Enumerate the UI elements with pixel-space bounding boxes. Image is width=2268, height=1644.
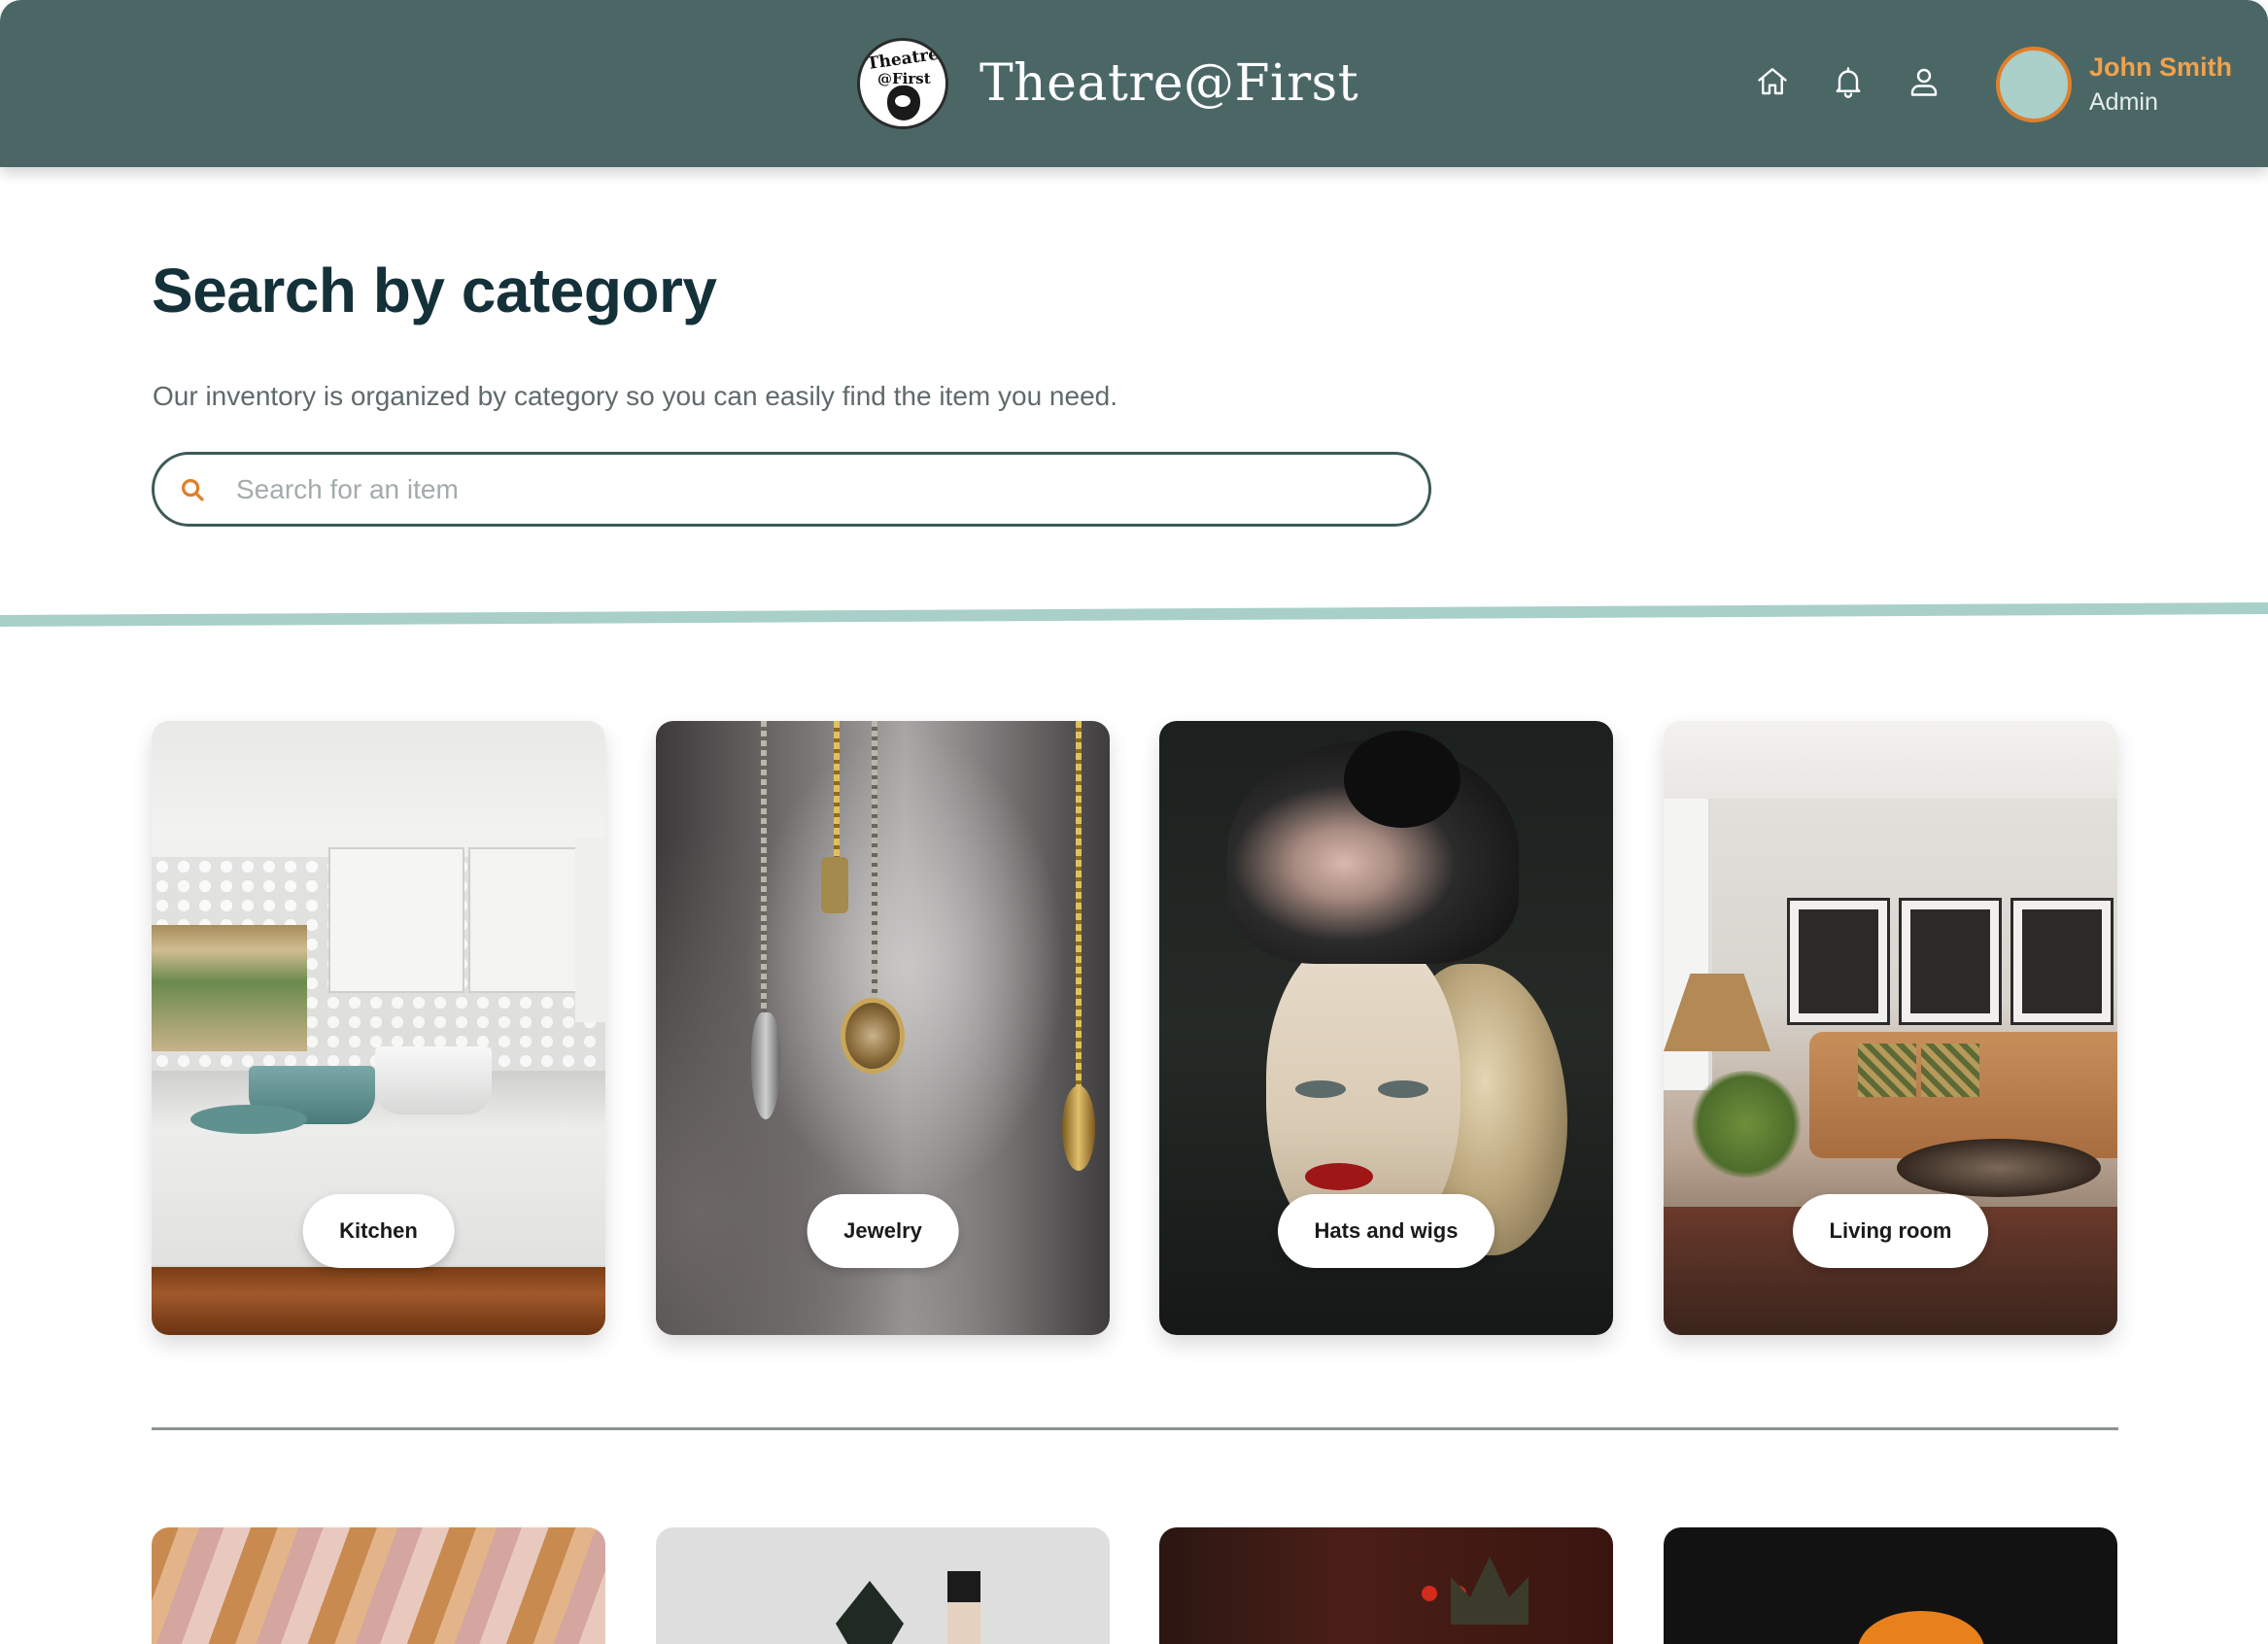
- top-nav-bar: Theatre @First Theatre@First John Smith …: [0, 0, 2268, 167]
- category-card-partial-1[interactable]: [152, 1527, 605, 1644]
- header-nav-icons: [1755, 64, 1942, 99]
- category-label[interactable]: Kitchen: [302, 1194, 455, 1268]
- page-title: Search by category: [152, 256, 717, 325]
- search-bar[interactable]: [152, 452, 1431, 527]
- search-input[interactable]: [234, 472, 1400, 506]
- section-divider: [152, 1427, 2118, 1430]
- category-card-partial-4[interactable]: [1664, 1527, 2117, 1644]
- user-info: John Smith Admin: [2089, 51, 2232, 119]
- theatre-first-logo: Theatre @First: [857, 38, 948, 129]
- bell-icon[interactable]: [1831, 64, 1866, 99]
- page-subtitle: Our inventory is organized by category s…: [153, 381, 1117, 411]
- user-profile[interactable]: John Smith Admin: [1996, 47, 2232, 122]
- category-card-jewelry[interactable]: Jewelry: [656, 721, 1110, 1335]
- category-card-kitchen[interactable]: Kitchen: [152, 721, 605, 1335]
- category-label[interactable]: Living room: [1792, 1194, 1989, 1268]
- search-icon: [178, 475, 207, 504]
- user-role: Admin: [2089, 88, 2158, 117]
- user-name: John Smith: [2089, 52, 2232, 83]
- user-icon[interactable]: [1907, 64, 1942, 99]
- brand[interactable]: Theatre @First Theatre@First: [857, 35, 1358, 132]
- category-label[interactable]: Jewelry: [807, 1194, 959, 1268]
- brand-name: Theatre@First: [979, 54, 1359, 113]
- wavy-divider: [0, 602, 2268, 627]
- category-card-partial-2[interactable]: [656, 1527, 1110, 1644]
- category-card-living-room[interactable]: Living room: [1664, 721, 2117, 1335]
- category-card-partial-3[interactable]: [1159, 1527, 1613, 1644]
- home-icon[interactable]: [1755, 64, 1790, 99]
- category-card-hats-and-wigs[interactable]: Hats and wigs: [1159, 721, 1613, 1335]
- avatar[interactable]: [1996, 47, 2072, 122]
- category-label[interactable]: Hats and wigs: [1277, 1194, 1495, 1268]
- logo-face-graphic: [887, 86, 920, 120]
